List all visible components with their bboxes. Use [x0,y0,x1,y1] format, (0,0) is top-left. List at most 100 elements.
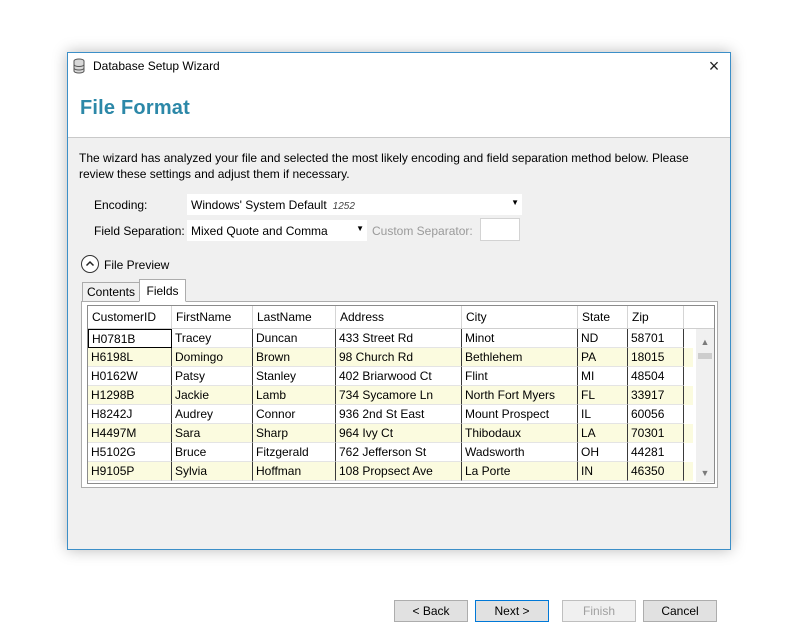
table-cell[interactable]: Thibodaux [462,424,578,443]
table-cell[interactable]: IL [578,405,628,424]
column-header[interactable]: LastName [253,306,336,328]
table-cell[interactable]: IN [578,462,628,481]
table-cell[interactable]: North Fort Myers [462,386,578,405]
table-cell[interactable]: FL [578,386,628,405]
table-row[interactable]: H8242J Audrey Connor 936 2nd St East Mount P… [88,405,693,424]
table-cell[interactable]: Domingo [172,348,253,367]
table-cell[interactable]: OH [578,443,628,462]
table-cell[interactable]: 48504 [628,367,684,386]
table-row[interactable]: H0781B Tracey Duncan 433 Street Rd Minot ND 58… [88,329,693,348]
table-cell[interactable]: H9105P [88,462,172,481]
table-cell[interactable]: 44281 [628,443,684,462]
table-cell[interactable]: H6198L [88,348,172,367]
table-cell[interactable]: Duncan [253,329,336,348]
table-row[interactable]: H1298B Jackie Lamb 734 Sycamore Ln North For… [88,386,693,405]
back-button[interactable]: < Back [394,600,468,622]
table-cell[interactable]: Bethlehem [462,348,578,367]
column-header[interactable]: City [462,306,578,328]
table-cell[interactable]: La Porte [462,462,578,481]
table-cell[interactable]: Jackie [172,386,253,405]
table-cell[interactable]: Hoffman [253,462,336,481]
table-cell[interactable]: 762 Jefferson St [336,443,462,462]
column-header[interactable]: Zip [628,306,684,328]
table-cell[interactable]: ND [578,329,628,348]
encoding-value: Windows' System Default [191,198,327,212]
wizard-dialog: Database Setup Wizard × File Format The … [67,52,731,622]
table-cell[interactable]: 70301 [628,424,684,443]
wizard-header: File Format [68,79,730,138]
tab-contents[interactable]: Contents [82,282,140,302]
table-cell[interactable]: Bruce [172,443,253,462]
table-cell[interactable]: 60056 [628,405,684,424]
scroll-thumb[interactable] [698,353,712,359]
table-cell[interactable]: 98 Church Rd [336,348,462,367]
database-icon [73,58,85,74]
table-cell[interactable]: H4497M [88,424,172,443]
table-cell[interactable]: H8242J [88,405,172,424]
column-header[interactable]: State [578,306,628,328]
fields-tab-panel: CustomerID FirstName LastName Address City St… [81,301,718,488]
table-cell[interactable]: 108 Propsect Ave [336,462,462,481]
table-cell[interactable]: Wadsworth [462,443,578,462]
cancel-button[interactable]: Cancel [643,600,717,622]
table-cell[interactable]: Minot [462,329,578,348]
close-icon[interactable]: × [704,56,724,76]
table-cell[interactable]: Lamb [253,386,336,405]
table-cell[interactable]: Tracey [172,329,253,348]
table-cell[interactable]: Brown [253,348,336,367]
vertical-scrollbar[interactable]: ▲ ▼ [696,329,714,482]
table-cell[interactable]: PA [578,348,628,367]
table-row[interactable]: H0162W Patsy Stanley 402 Briarwood Ct Flint M… [88,367,693,386]
next-button[interactable]: Next > [475,600,549,622]
table-cell[interactable]: Connor [253,405,336,424]
table-cell[interactable]: 936 2nd St East [336,405,462,424]
table-cell[interactable]: 964 Ivy Ct [336,424,462,443]
table-cell[interactable]: Fitzgerald [253,443,336,462]
table-cell[interactable]: 33917 [628,386,684,405]
table-cell[interactable]: Sara [172,424,253,443]
field-separation-dropdown[interactable]: Mixed Quote and Comma ▼ [187,220,367,241]
table-cell[interactable]: Flint [462,367,578,386]
tab-fields[interactable]: Fields [139,279,186,302]
window-title: Database Setup Wizard [93,59,220,73]
table-cell[interactable]: Mount Prospect [462,405,578,424]
chevron-down-icon: ▼ [511,198,519,207]
table-cell[interactable]: Patsy [172,367,253,386]
column-header[interactable]: CustomerID [88,306,172,328]
field-separation-label: Field Separation: [94,224,185,238]
table-cell[interactable]: Sylvia [172,462,253,481]
table-cell[interactable]: H5102G [88,443,172,462]
custom-separator-input[interactable] [480,218,520,241]
table-cell[interactable]: 18015 [628,348,684,367]
finish-button[interactable]: Finish [562,600,636,622]
fields-grid[interactable]: CustomerID FirstName LastName Address City St… [87,305,715,484]
scroll-down-icon[interactable]: ▼ [696,464,714,482]
table-cell[interactable]: 734 Sycamore Ln [336,386,462,405]
encoding-codepage: 1252 [332,201,355,212]
table-cell[interactable]: 58701 [628,329,684,348]
description-text: The wizard has analyzed your file and se… [79,151,689,181]
table-row[interactable]: H6198L Domingo Brown 98 Church Rd Bethlehem P… [88,348,693,367]
collapse-preview-button[interactable] [81,255,99,273]
table-row[interactable]: H9105P Sylvia Hoffman 108 Propsect Ave La Po… [88,462,693,481]
page-title: File Format [80,97,190,119]
table-cell[interactable]: Sharp [253,424,336,443]
encoding-label: Encoding: [94,198,148,212]
table-cell[interactable]: Stanley [253,367,336,386]
table-row[interactable]: H5102G Bruce Fitzgerald 762 Jefferson St Wad… [88,443,693,462]
table-cell[interactable]: 46350 [628,462,684,481]
table-cell[interactable]: H1298B [88,386,172,405]
table-cell[interactable]: Audrey [172,405,253,424]
column-header[interactable]: FirstName [172,306,253,328]
table-cell[interactable]: MI [578,367,628,386]
encoding-dropdown[interactable]: Windows' System Default 1252 ▼ [187,194,522,215]
table-cell[interactable]: LA [578,424,628,443]
table-cell[interactable]: H0781B [88,329,172,348]
table-cell[interactable]: 433 Street Rd [336,329,462,348]
table-cell[interactable]: H0162W [88,367,172,386]
column-header[interactable]: Address [336,306,462,328]
table-row[interactable]: H4497M Sara Sharp 964 Ivy Ct Thibodaux LA 7030… [88,424,693,443]
title-bar: Database Setup Wizard × [68,53,730,79]
scroll-up-icon[interactable]: ▲ [696,333,714,351]
table-cell[interactable]: 402 Briarwood Ct [336,367,462,386]
